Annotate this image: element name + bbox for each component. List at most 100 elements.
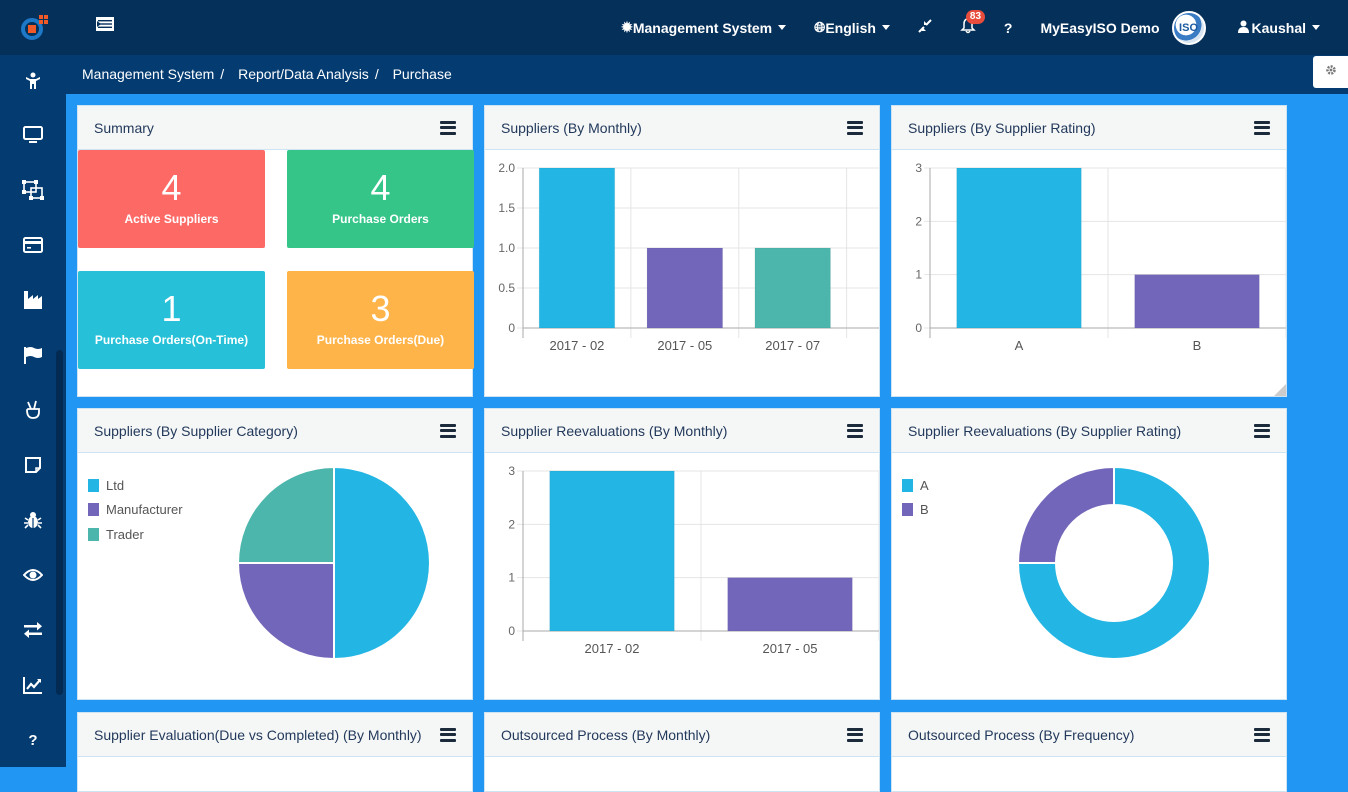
settings-button[interactable] xyxy=(1313,56,1348,88)
bar xyxy=(956,167,1082,329)
tile-purchase-orders[interactable]: 4 Purchase Orders xyxy=(287,150,474,248)
panel-title: Supplier Reevaluations (By Monthly) xyxy=(501,422,728,439)
sidebar-item-sticky-note[interactable] xyxy=(20,452,46,478)
hamburger-menu-icon[interactable] xyxy=(1254,423,1270,438)
y-tick-label: 1 xyxy=(915,268,922,282)
supplier-evaluation-panel: Supplier Evaluation(Due vs Completed) (B… xyxy=(77,712,473,792)
question-icon: ? xyxy=(28,731,38,749)
compress-button[interactable] xyxy=(904,0,946,55)
y-tick-label: 2 xyxy=(915,214,922,228)
flag-icon xyxy=(24,347,42,364)
bar xyxy=(1134,274,1260,329)
sidebar-item-bug[interactable] xyxy=(20,507,46,533)
y-tick-label: 1 xyxy=(508,571,515,585)
breadcrumb-item[interactable]: Report/Data Analysis xyxy=(238,66,369,82)
hamburger-menu-icon[interactable] xyxy=(847,120,863,135)
suppliers-rating-chart: 0 1 2 3 A B xyxy=(915,161,1287,353)
reevaluations-monthly-chart: 0 1 2 3 2017 - 02 2017 - 05 xyxy=(508,464,880,656)
panel-header: Suppliers (By Supplier Rating) xyxy=(892,106,1286,150)
tile-label: Purchase Orders(On-Time) xyxy=(94,333,249,347)
sidebar-item-eye[interactable] xyxy=(20,562,46,588)
sidebar-item-credit-card[interactable] xyxy=(20,232,46,258)
y-tick-label: 1.0 xyxy=(498,241,515,255)
x-tick-label: 2017 - 07 xyxy=(765,338,820,353)
hamburger-menu-icon[interactable] xyxy=(847,727,863,742)
breadcrumb-item[interactable]: Management System xyxy=(82,66,214,82)
hamburger-menu-icon[interactable] xyxy=(847,423,863,438)
sidebar-scrollbar[interactable] xyxy=(56,350,63,695)
help-button[interactable]: ? xyxy=(990,0,1027,55)
user-menu-dropdown[interactable]: Kaushal xyxy=(1224,0,1348,55)
tile-label: Active Suppliers xyxy=(124,212,219,226)
language-dropdown[interactable]: 🌐︎ English xyxy=(800,0,904,55)
y-tick-label: 3 xyxy=(508,464,515,478)
user-icon xyxy=(1237,20,1249,36)
panel-header: Supplier Reevaluations (By Monthly) xyxy=(485,409,879,453)
exchange-icon xyxy=(24,622,42,638)
hamburger-menu-icon[interactable] xyxy=(440,120,456,135)
x-tick-label: 2017 - 02 xyxy=(549,338,604,353)
x-tick-label: B xyxy=(1193,338,1202,353)
company-name: MyEasyISO Demo xyxy=(1040,19,1160,36)
sidebar-item-exchange[interactable] xyxy=(20,617,46,643)
sidebar-item-line-chart[interactable] xyxy=(20,672,46,698)
tile-purchase-orders-on-time[interactable]: 1 Purchase Orders(On-Time) xyxy=(78,271,265,369)
person-icon xyxy=(26,72,40,89)
notifications-button[interactable]: 83 xyxy=(946,0,990,55)
sidebar-item-flag[interactable] xyxy=(20,342,46,368)
tile-purchase-orders-due[interactable]: 3 Purchase Orders(Due) xyxy=(287,271,474,369)
y-tick-label: 0 xyxy=(915,321,922,335)
app-logo[interactable] xyxy=(20,13,52,41)
company-avatar: ISO xyxy=(1171,10,1206,45)
panel-title: Supplier Reevaluations (By Supplier Rati… xyxy=(908,422,1182,439)
top-navbar: ✹ Management System 🌐︎ English 83 ? MyEa… xyxy=(0,0,1348,55)
resize-handle[interactable] xyxy=(1274,384,1286,396)
panel-header: Suppliers (By Monthly) xyxy=(485,106,879,150)
breadcrumb-separator: / xyxy=(220,66,225,82)
panel-title: Suppliers (By Supplier Category) xyxy=(94,422,298,439)
caret-down-icon xyxy=(778,25,787,30)
suppliers-category-chart xyxy=(236,465,431,661)
tile-value: 3 xyxy=(370,288,391,329)
tile-active-suppliers[interactable]: 4 Active Suppliers xyxy=(78,150,265,248)
panel-title: Outsourced Process (By Frequency) xyxy=(908,726,1135,743)
monitor-icon xyxy=(23,126,43,143)
bar xyxy=(646,247,724,329)
panel-header: Outsourced Process (By Frequency) xyxy=(892,713,1286,757)
hamburger-menu-icon[interactable] xyxy=(440,727,456,742)
breadcrumb-separator: / xyxy=(374,66,379,82)
system-menu-label: Management System xyxy=(632,19,773,36)
panel-header: Suppliers (By Supplier Category) xyxy=(78,409,472,453)
pie-slice xyxy=(333,465,431,661)
hamburger-menu-icon[interactable] xyxy=(440,423,456,438)
y-tick-label: 0 xyxy=(508,321,515,335)
y-tick-label: 1.5 xyxy=(498,201,515,215)
sidebar: ? xyxy=(0,55,66,767)
panel-title: Suppliers (By Monthly) xyxy=(501,119,642,136)
outsourced-monthly-panel: Outsourced Process (By Monthly) xyxy=(484,712,880,792)
suppliers-category-panel: Suppliers (By Supplier Category) Ltd Manu… xyxy=(77,408,473,700)
company-menu[interactable]: MyEasyISO Demo ISO xyxy=(1026,0,1223,55)
bar xyxy=(538,167,616,329)
suppliers-rating-panel: Suppliers (By Supplier Rating) 0 1 2 3 A B xyxy=(891,105,1287,397)
suppliers-monthly-chart: 0 0.5 1.0 1.5 2.0 2017 - 02 2017 - 05 2017 - 07 xyxy=(498,161,879,353)
hamburger-menu-icon[interactable] xyxy=(1254,727,1270,742)
y-tick-label: 2 xyxy=(508,517,515,531)
sidebar-item-hand-peace[interactable] xyxy=(20,397,46,423)
pie-slice xyxy=(236,465,335,564)
cog-icon: ✹ xyxy=(621,19,633,35)
sidebar-toggle-icon[interactable] xyxy=(96,17,116,35)
hand-peace-icon xyxy=(26,400,40,419)
object-group-icon xyxy=(22,180,44,200)
sidebar-item-help[interactable]: ? xyxy=(20,727,46,753)
x-tick-label: 2017 - 05 xyxy=(763,641,818,656)
sidebar-item-industry[interactable] xyxy=(20,287,46,313)
eye-icon xyxy=(23,569,43,581)
bar xyxy=(549,470,675,632)
hamburger-menu-icon[interactable] xyxy=(1254,120,1270,135)
sidebar-item-object-group[interactable] xyxy=(20,177,46,203)
system-menu-dropdown[interactable]: ✹ Management System xyxy=(607,0,800,55)
sidebar-item-person[interactable] xyxy=(20,68,46,94)
breadcrumb: Management System / Report/Data Analysis /… xyxy=(82,66,452,82)
sidebar-item-monitor[interactable] xyxy=(20,122,46,148)
